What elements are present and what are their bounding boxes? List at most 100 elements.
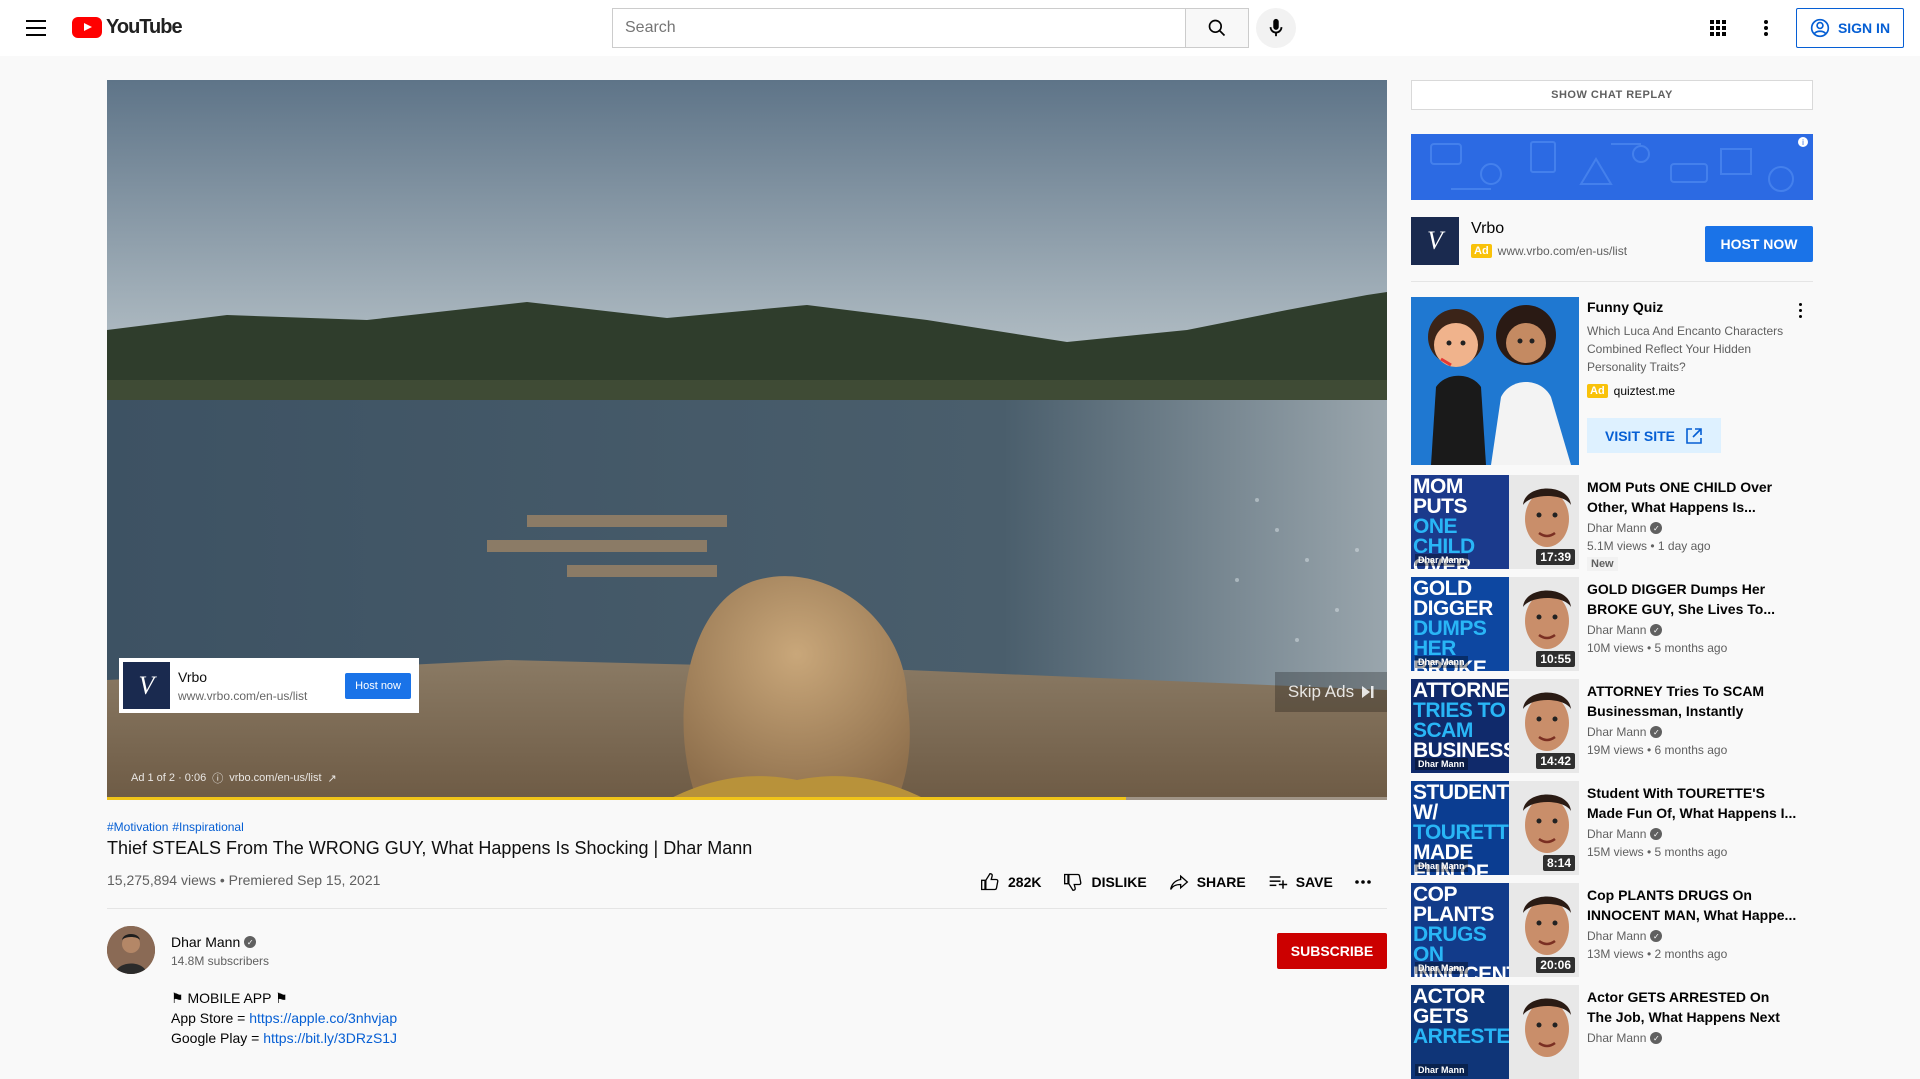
recommendation-channel[interactable]: Dhar Mann ✓ (1587, 623, 1663, 637)
ad-overlay-card[interactable]: V Vrbo www.vrbo.com/en-us/list Host now (119, 658, 419, 713)
video-thumbnail[interactable]: STUDENT W/ TOURETTE'S MADE FUN OF Dhar M… (1411, 781, 1579, 875)
search-icon (1208, 19, 1226, 37)
video-actions: 282K DISLIKE SHARE SAVE (980, 872, 1371, 892)
recommendation-item[interactable]: STUDENT W/ TOURETTE'S MADE FUN OF Dhar M… (1411, 781, 1813, 875)
verified-icon: ✓ (1650, 828, 1663, 840)
ad-link[interactable]: vrbo.com/en-us/list (229, 772, 321, 784)
video-thumbnail[interactable]: COP PLANTS DRUGS ON INNOCENT MAN Dhar Ma… (1411, 883, 1579, 977)
ad-banner[interactable]: i (1411, 134, 1813, 200)
masthead: YouTube SIGN IN (0, 0, 1920, 56)
recommendation-stats: 15M views • 5 months ago (1587, 845, 1728, 859)
channel-name[interactable]: Dhar Mann ✓ (171, 934, 257, 950)
video-thumbnail[interactable]: ATTORNEY TRIES TO SCAM BUSINESSMAN Dhar … (1411, 679, 1579, 773)
video-duration: 17:39 (1536, 549, 1575, 565)
quiz-ad-description: Which Luca And Encanto Characters Combin… (1587, 324, 1784, 374)
advertiser-name: Vrbo (1471, 220, 1505, 237)
external-link-icon (1686, 427, 1702, 444)
recommendation-title[interactable]: MOM Puts ONE CHILD Over Other, What Happ… (1587, 477, 1797, 517)
vrbo-ad[interactable]: V Vrbo Ad www.vrbo.com/en-us/list HOST N… (1411, 214, 1813, 270)
apps-icon[interactable] (1702, 12, 1734, 44)
thumbnail-text: ACTOR GETS ARRESTED (1413, 985, 1525, 1048)
thumbs-down-icon (1064, 873, 1082, 892)
subscribe-button[interactable]: SUBSCRIBE (1277, 933, 1387, 969)
ad-domain: quiztest.me (1613, 384, 1676, 398)
svg-text:i: i (1802, 138, 1804, 147)
recommendation-stats: 10M views • 5 months ago (1587, 641, 1728, 655)
info-icon[interactable]: ⓘ (212, 770, 223, 786)
hashtag-link[interactable]: #Inspirational (172, 820, 243, 834)
ad-advertiser-name: Vrbo (178, 668, 208, 685)
quiz-ad-title[interactable]: Funny Quiz (1587, 299, 1663, 315)
thumbnail-brand: Dhar Mann (1415, 860, 1468, 872)
ad-url: www.vrbo.com/en-us/list (1497, 244, 1628, 258)
recommendation-title[interactable]: Student With TOURETTE'S Made Fun Of, Wha… (1587, 783, 1797, 823)
recommendation-channel[interactable]: Dhar Mann ✓ (1587, 521, 1663, 535)
recommendation-stats: 5.1M views • 1 day ago (1587, 539, 1711, 553)
search-button[interactable] (1185, 8, 1249, 48)
thumbnail-brand: Dhar Mann (1415, 758, 1468, 770)
skip-next-icon (1362, 686, 1374, 698)
more-options-icon[interactable] (1793, 301, 1807, 319)
thumbnail-text: ATTORNEY TRIES TO SCAM BUSINESSMAN (1413, 679, 1563, 762)
recommendation-channel[interactable]: Dhar Mann ✓ (1587, 827, 1663, 841)
recommendation-title[interactable]: GOLD DIGGER Dumps Her BROKE GUY, She Liv… (1587, 579, 1797, 619)
host-now-button[interactable]: HOST NOW (1705, 226, 1813, 262)
verified-icon: ✓ (244, 936, 257, 948)
hashtag-link[interactable]: #Motivation (107, 820, 168, 834)
video-player[interactable]: V Vrbo www.vrbo.com/en-us/list Host now … (107, 80, 1387, 800)
search-input[interactable] (625, 19, 1185, 37)
vrbo-logo: V (1411, 217, 1459, 265)
recommendation-channel[interactable]: Dhar Mann ✓ (1587, 929, 1663, 943)
video-thumbnail[interactable]: MOM PUTS ONE CHILD OVER OTHER Dhar Mann … (1411, 475, 1579, 569)
microphone-icon (1269, 18, 1283, 37)
recommendation-item[interactable]: COP PLANTS DRUGS ON INNOCENT MAN Dhar Ma… (1411, 883, 1813, 977)
skip-ads-button[interactable]: Skip Ads (1275, 672, 1387, 712)
dislike-button[interactable]: DISLIKE (1063, 872, 1147, 892)
share-button[interactable]: SHARE (1169, 872, 1246, 892)
divider (107, 908, 1387, 909)
recommendation-title[interactable]: ATTORNEY Tries To SCAM Businessman, Inst… (1587, 681, 1797, 721)
settings-more-icon[interactable] (1750, 12, 1782, 44)
ad-url: www.vrbo.com/en-us/list (178, 688, 308, 703)
sign-in-button[interactable]: SIGN IN (1796, 8, 1904, 48)
channel-avatar[interactable] (107, 926, 155, 974)
youtube-logo[interactable]: YouTube (72, 16, 183, 39)
subscriber-count: 14.8M subscribers (171, 954, 270, 968)
recommendation-stats: 19M views • 6 months ago (1587, 743, 1728, 757)
search-box[interactable] (612, 8, 1186, 48)
recommendation-stats: 13M views • 2 months ago (1587, 947, 1728, 961)
recommendation-item[interactable]: MOM PUTS ONE CHILD OVER OTHER Dhar Mann … (1411, 475, 1813, 571)
thumbnail-brand: Dhar Mann (1415, 1064, 1468, 1076)
more-actions-icon[interactable] (1355, 880, 1371, 884)
ad-badge: Ad (1587, 384, 1608, 398)
show-chat-replay-button[interactable]: SHOW CHAT REPLAY (1411, 80, 1813, 110)
like-button[interactable]: 282K (980, 872, 1041, 892)
recommendation-title[interactable]: Actor GETS ARRESTED On The Job, What Hap… (1587, 987, 1797, 1027)
thumbs-up-icon (981, 872, 999, 891)
verified-icon: ✓ (1650, 726, 1663, 738)
recommendation-channel[interactable]: Dhar Mann ✓ (1587, 725, 1663, 739)
video-thumbnail[interactable]: GOLD DIGGER DUMPS HER BROKE GUY Dhar Man… (1411, 577, 1579, 671)
recommendation-item[interactable]: GOLD DIGGER DUMPS HER BROKE GUY Dhar Man… (1411, 577, 1813, 671)
recommendation-channel[interactable]: Dhar Mann ✓ (1587, 1031, 1663, 1045)
vrbo-logo: V (123, 662, 170, 709)
menu-icon[interactable] (20, 14, 52, 42)
recommendation-item[interactable]: ACTOR GETS ARRESTED Dhar Mann Actor GETS… (1411, 985, 1813, 1079)
recommendation-title[interactable]: Cop PLANTS DRUGS On INNOCENT MAN, What H… (1587, 885, 1797, 925)
recommendation-item[interactable]: ATTORNEY TRIES TO SCAM BUSINESSMAN Dhar … (1411, 679, 1813, 773)
ad-info-bar: Ad 1 of 2 · 0:06 ⓘ vrbo.com/en-us/list ↗ (131, 770, 337, 786)
new-badge: New (1587, 557, 1618, 571)
video-thumbnail[interactable]: ACTOR GETS ARRESTED Dhar Mann (1411, 985, 1579, 1079)
verified-icon: ✓ (1650, 522, 1663, 534)
share-icon (1169, 874, 1189, 890)
quiz-ad-meta: Ad quiztest.me (1587, 384, 1675, 398)
quiz-ad-thumbnail[interactable] (1411, 297, 1579, 465)
appstore-link[interactable]: https://apple.co/3nhvjap (249, 1010, 397, 1026)
visit-site-button[interactable]: VISIT SITE (1587, 418, 1721, 453)
divider (1411, 281, 1813, 282)
save-button[interactable]: SAVE (1268, 872, 1333, 892)
host-now-button[interactable]: Host now (345, 672, 411, 699)
voice-search-button[interactable] (1256, 8, 1296, 48)
googleplay-link[interactable]: https://bit.ly/3DRzS1J (263, 1030, 397, 1046)
youtube-play-icon (72, 17, 102, 38)
